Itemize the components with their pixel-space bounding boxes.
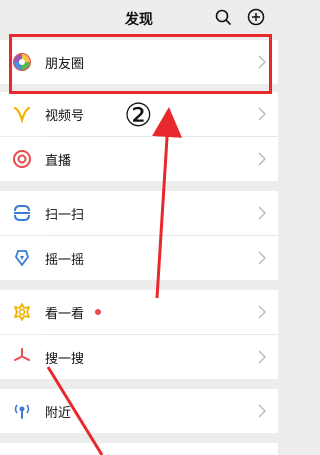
menu-item-shake[interactable]: 摇一摇 [0,236,278,280]
chevron-right-icon [258,107,266,121]
shake-icon [14,250,30,267]
menu-item-label: 搜一搜 [45,352,85,367]
chevron-right-icon [258,251,266,265]
scan-icon [14,205,30,221]
menu-item-search[interactable]: 搜一搜 [0,335,278,379]
menu-item-nearby[interactable]: 附近 [0,389,278,433]
search-icon[interactable] [214,8,232,26]
chevron-right-icon [258,152,266,166]
search-star-icon [14,348,30,361]
menu-item-scan[interactable]: 扫一扫 [0,191,278,235]
menu-item-partial [0,443,278,455]
menu-item-label: 摇一摇 [45,253,85,268]
chevron-right-icon [258,404,266,418]
live-icon [13,150,31,168]
chevron-right-icon [258,305,266,319]
channels-icon [13,106,31,124]
step-number-label: ② [124,96,153,134]
chevron-right-icon [258,206,266,220]
header-bar: 发现 [0,0,278,34]
menu-item-label: 扫一扫 [45,208,85,223]
menu-item-label: 附近 [45,406,72,421]
nearby-icon [14,404,30,419]
menu-item-label: 直播 [45,154,72,169]
notification-dot [95,309,101,315]
plus-circle-icon[interactable] [247,8,265,26]
page-title: 发现 [125,12,153,28]
chevron-right-icon [258,350,266,364]
menu-item-label: 看一看 [45,307,85,322]
menu-item-top-stories[interactable]: 看一看 [0,290,278,334]
top-stories-icon [14,303,30,321]
menu-item-label: 视频号 [45,109,85,124]
menu-item-live[interactable]: 直播 [0,137,278,181]
highlight-box [9,34,272,94]
